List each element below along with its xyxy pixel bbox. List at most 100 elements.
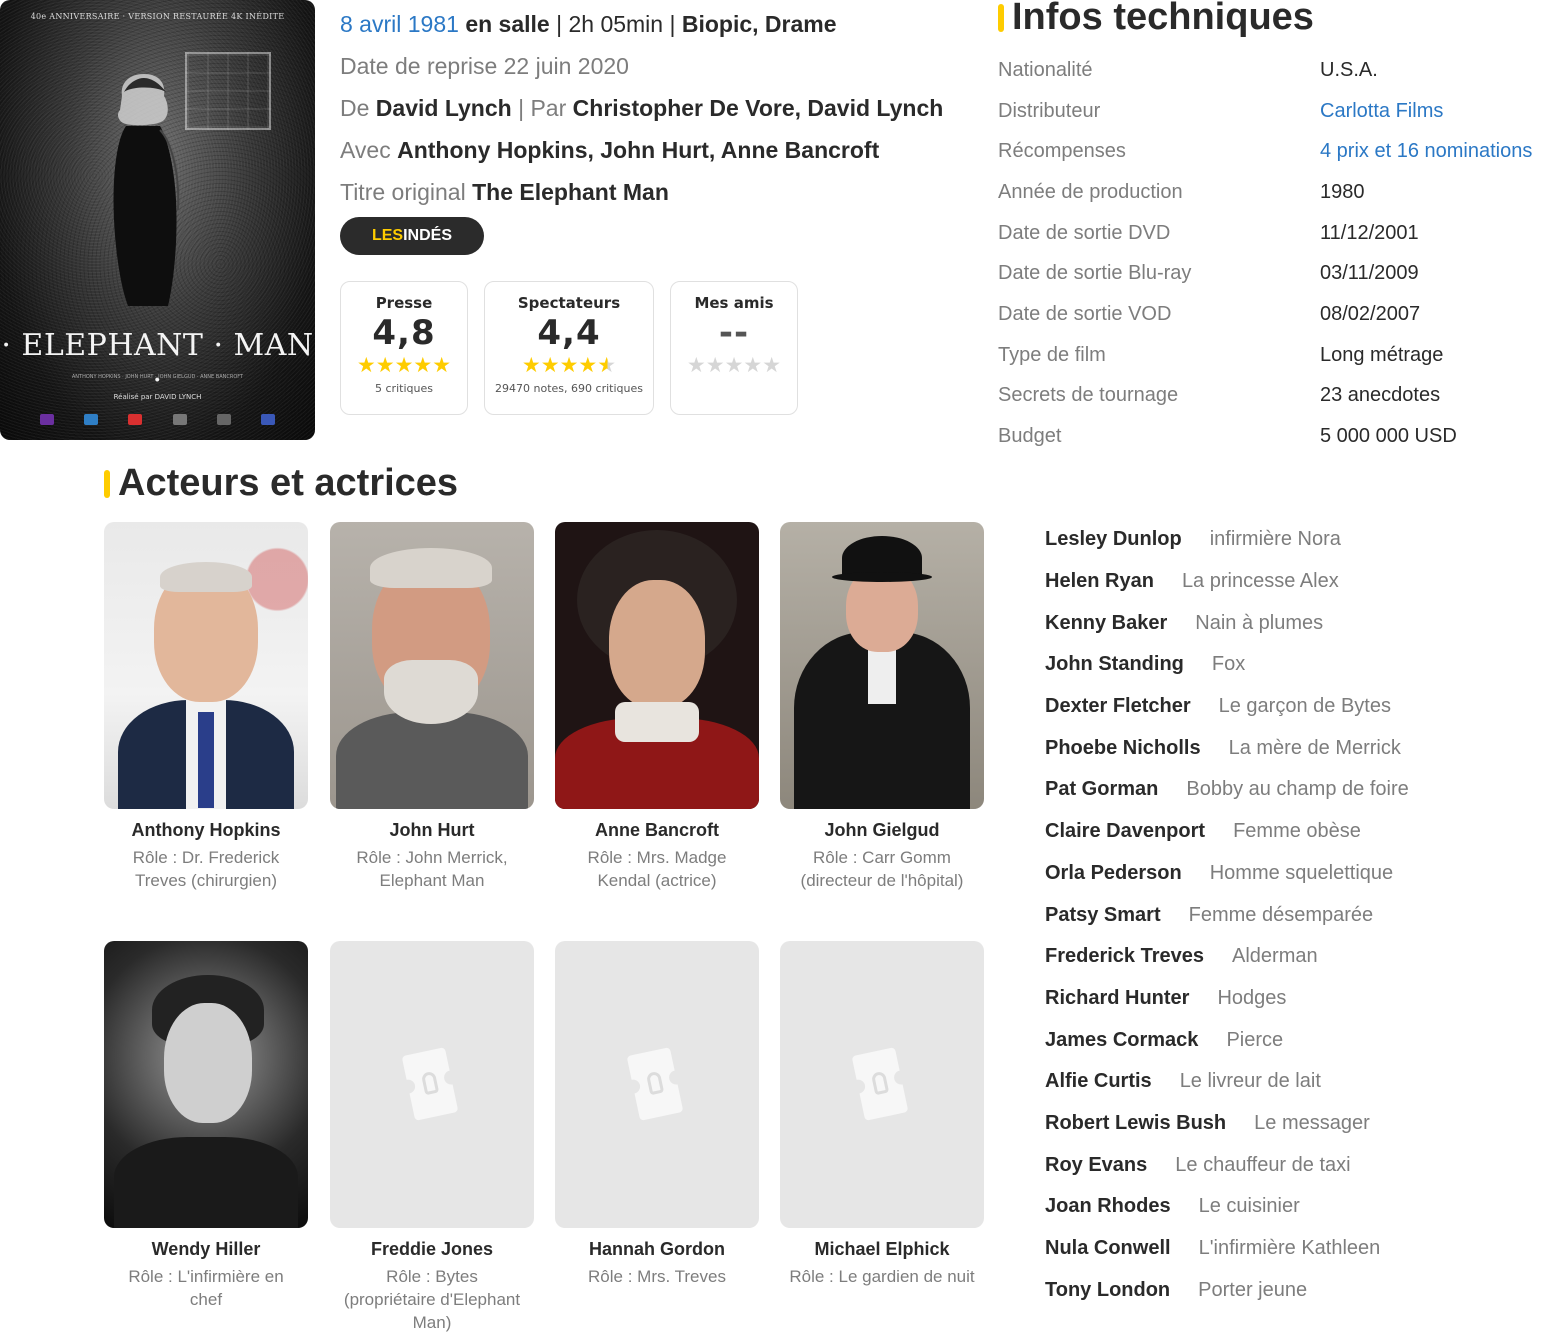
cast-links[interactable]: Anthony Hopkins, John Hurt, Anne Bancrof… (397, 137, 879, 163)
list-item: Orla Pederson Homme squelettique (1045, 853, 1566, 895)
awards-link[interactable]: 4 prix et 16 nominations (1320, 140, 1532, 163)
actor-photo-placeholder[interactable] (555, 941, 759, 1228)
actor-photo-placeholder[interactable] (780, 941, 984, 1228)
actor-role: Femme obèse (1233, 820, 1361, 843)
actor-photo[interactable] (104, 941, 308, 1228)
actor-photo[interactable] (780, 522, 984, 809)
cast-card[interactable]: Anthony Hopkins Rôle : Dr. Frederick Tre… (104, 522, 308, 892)
actor-name[interactable]: Alfie Curtis (1045, 1070, 1152, 1093)
actor-tie (198, 712, 214, 808)
tech-label: Année de production (998, 180, 1183, 203)
writers-label: Par (530, 95, 567, 121)
rating-label: Mes amis (694, 294, 774, 312)
cast-card[interactable]: John Hurt Rôle : John Merrick, Elephant … (330, 522, 534, 892)
original-title: The Elephant Man (472, 179, 669, 205)
duration: 2h 05min (568, 11, 664, 37)
cast-card[interactable]: Hannah Gordon Rôle : Mrs. Treves (555, 941, 759, 1288)
actor-name[interactable]: Richard Hunter (1045, 987, 1189, 1010)
actor-photo-placeholder[interactable] (330, 941, 534, 1228)
rating-friends[interactable]: Mes amis -- ★★★★★ (670, 281, 798, 415)
tech-value: U.S.A. (1320, 58, 1378, 81)
actor-role: Rôle : Carr Gomm (directeur de l'hôpital… (800, 848, 964, 890)
actor-hair (370, 548, 492, 588)
list-item: Tony London Porter jeune (1045, 1269, 1566, 1311)
genres[interactable]: Biopic, Drame (682, 11, 837, 37)
actor-name[interactable]: Anne Bancroft (555, 820, 759, 841)
actor-name[interactable]: Orla Pederson (1045, 862, 1182, 885)
actor-name[interactable]: Patsy Smart (1045, 904, 1161, 927)
cast-card[interactable]: Anne Bancroft Rôle : Mrs. Madge Kendal (… (555, 522, 759, 892)
actor-photo[interactable] (104, 522, 308, 809)
actor-name[interactable]: Pat Gorman (1045, 778, 1158, 801)
actor-face (164, 1003, 252, 1123)
actor-name[interactable]: Lesley Dunlop (1045, 528, 1182, 551)
poster-window (185, 52, 271, 130)
list-item: Lesley Dunlop infirmière Nora (1045, 519, 1566, 561)
distributor-link[interactable]: Carlotta Films (1320, 100, 1443, 123)
original-title-line: Titre original The Elephant Man (340, 176, 990, 218)
star-icon: ★ (705, 353, 725, 377)
actor-role: Porter jeune (1198, 1278, 1308, 1301)
actor-name[interactable]: Claire Davenport (1045, 820, 1205, 843)
list-item: Claire Davenport Femme obèse (1045, 811, 1566, 853)
rerelease-label: Date de reprise (340, 53, 498, 79)
cast-card[interactable]: Freddie Jones Rôle : Bytes (propriétaire… (330, 941, 534, 1334)
actor-name[interactable]: Phoebe Nicholls (1045, 737, 1201, 760)
actor-name[interactable]: Helen Ryan (1045, 570, 1154, 593)
star-icon: ★ (413, 353, 433, 377)
cast-card[interactable]: Michael Elphick Rôle : Le gardien de nui… (780, 941, 984, 1288)
partner-logo (216, 414, 231, 425)
les-indes-badge[interactable]: LES INDÉS (340, 217, 484, 255)
actor-name[interactable]: John Gielgud (780, 820, 984, 841)
actor-role: Rôle : Le gardien de nuit (789, 1267, 975, 1286)
tech-value: 23 anecdotes (1320, 384, 1441, 407)
list-item: John Standing Fox (1045, 644, 1566, 686)
rating-count: 29470 notes, 690 critiques (495, 382, 643, 395)
hat-brim (832, 572, 932, 582)
actor-photo[interactable] (330, 522, 534, 809)
star-icon: ★ (686, 353, 706, 377)
actor-role: Nain à plumes (1195, 611, 1324, 634)
actor-name[interactable]: Michael Elphick (780, 1239, 984, 1260)
original-title-label: Titre original (340, 179, 466, 205)
star-icon: ★ (540, 353, 560, 377)
tech-row: Distributeur Carlotta Films (998, 91, 1566, 132)
tech-value: 5 000 000 USD (1320, 425, 1457, 448)
separator: | (669, 11, 676, 37)
movie-poster[interactable]: 40e ANNIVERSAIRE · VERSION RESTAURÉE 4K … (0, 0, 315, 440)
rating-press[interactable]: Presse 4,8 ★★★★★ 5 critiques (340, 281, 468, 415)
tech-label: Récompenses (998, 140, 1126, 163)
actor-name[interactable]: Hannah Gordon (555, 1239, 759, 1260)
rating-spectators[interactable]: Spectateurs 4,4 ★★★★★ 29470 notes, 690 c… (484, 281, 654, 415)
poster-title: · ELEPHANT · MAN · (1, 328, 314, 398)
cast-card[interactable]: John Gielgud Rôle : Carr Gomm (directeur… (780, 522, 984, 892)
actor-name[interactable]: James Cormack (1045, 1029, 1198, 1052)
actor-name[interactable]: Tony London (1045, 1279, 1170, 1302)
actor-role: L'infirmière Kathleen (1198, 1237, 1381, 1260)
actor-name[interactable]: Wendy Hiller (104, 1239, 308, 1260)
secondary-cast-list: Lesley Dunlop infirmière Nora Helen Ryan L… (1045, 519, 1566, 1311)
actor-name[interactable]: Joan Rhodes (1045, 1195, 1171, 1218)
actor-name[interactable]: Frederick Treves (1045, 945, 1204, 968)
actor-name[interactable]: Robert Lewis Bush (1045, 1112, 1226, 1135)
director-label: De (340, 95, 370, 121)
rerelease-line: Date de reprise 22 juin 2020 (340, 50, 990, 92)
actor-name[interactable]: John Hurt (330, 820, 534, 841)
actor-name[interactable]: Nula Conwell (1045, 1237, 1171, 1260)
actor-name[interactable]: Anthony Hopkins (104, 820, 308, 841)
rating-count: 5 critiques (375, 382, 433, 395)
actor-name[interactable]: John Standing (1045, 653, 1184, 676)
actor-name[interactable]: Dexter Fletcher (1045, 695, 1191, 718)
actor-name[interactable]: Freddie Jones (330, 1239, 534, 1260)
director-link[interactable]: David Lynch (376, 95, 512, 121)
ratings: Presse 4,8 ★★★★★ 5 critiques Spectateurs… (340, 281, 798, 415)
actor-name[interactable]: Roy Evans (1045, 1154, 1147, 1177)
writers-link[interactable]: Christopher De Vore, David Lynch (573, 95, 944, 121)
badge-suffix: INDÉS (403, 227, 453, 244)
release-date-link[interactable]: 8 avril 1981 (340, 11, 459, 37)
actor-role: infirmière Nora (1209, 528, 1341, 551)
tech-row: Secrets de tournage 23 anecdotes (998, 376, 1566, 417)
actor-name[interactable]: Kenny Baker (1045, 612, 1167, 635)
actor-photo[interactable] (555, 522, 759, 809)
cast-card[interactable]: Wendy Hiller Rôle : L'infirmière en chef (104, 941, 308, 1311)
